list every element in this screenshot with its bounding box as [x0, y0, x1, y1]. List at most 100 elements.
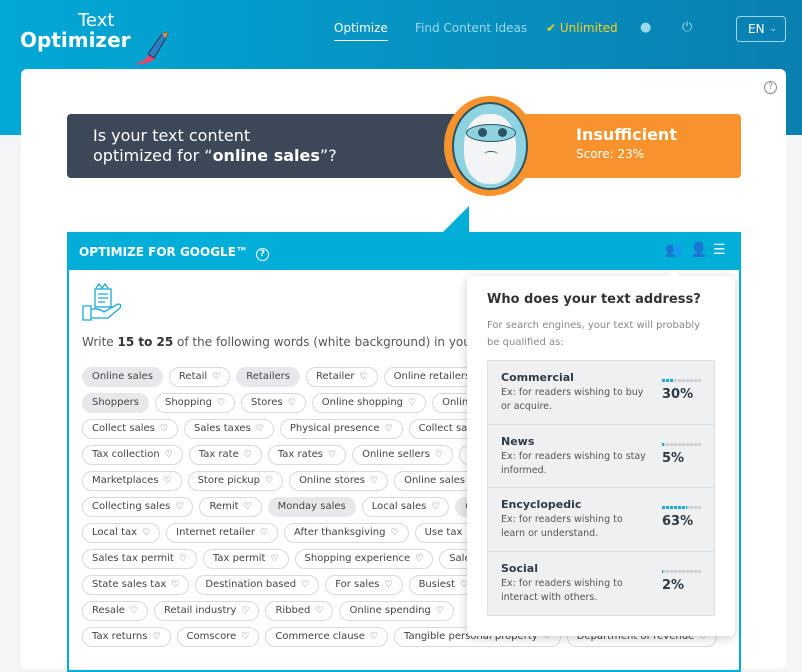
keyword-chip[interactable]: Commerce clause ♡	[265, 627, 388, 647]
chevron-down-icon: ⌄	[769, 24, 777, 34]
heart-icon[interactable]: ♡	[241, 606, 249, 616]
audience-icon[interactable]: 👥	[665, 242, 682, 258]
keyword-chip[interactable]: Sales tax permit ♡	[82, 549, 197, 569]
heart-icon[interactable]: ♡	[301, 580, 309, 590]
keyword-chip[interactable]: Collecting sales ♡	[82, 497, 194, 517]
heart-icon[interactable]: ♡	[212, 372, 220, 382]
pencil-rocket-icon	[134, 31, 169, 65]
heart-icon[interactable]: ♡	[315, 606, 323, 616]
user-question-icon[interactable]: 👤	[690, 242, 707, 258]
heart-icon[interactable]: ♡	[152, 632, 160, 642]
heart-icon[interactable]: ♡	[415, 554, 423, 564]
heart-icon[interactable]: ♡	[179, 554, 187, 564]
audience-categories: Commercial Ex: for readers wishing to buy…	[487, 360, 715, 616]
keyword-chip[interactable]: Monday sales	[267, 497, 356, 517]
heart-icon[interactable]: ♡	[241, 632, 249, 642]
heart-icon[interactable]: ♡	[435, 450, 443, 460]
instructions: Write 15 to 25 of the following words (w…	[82, 335, 485, 349]
keyword-chip[interactable]: Online shopping ♡	[311, 393, 427, 413]
keyword-chip[interactable]: Retail ♡	[168, 367, 231, 387]
heart-icon[interactable]: ♡	[384, 424, 392, 434]
heart-icon[interactable]: ♡	[260, 528, 268, 538]
keyword-chip[interactable]: Remit ♡	[199, 497, 262, 517]
keyword-chip[interactable]: Sales taxes ♡	[183, 419, 274, 439]
heart-icon[interactable]: ♡	[408, 398, 416, 408]
audience-category: Social Ex: for readers wishing to interac…	[488, 552, 714, 616]
audience-category: Encyclopedic Ex: for readers wishing to l…	[488, 488, 714, 552]
keyword-chip[interactable]: Resale ♡	[82, 601, 148, 621]
heart-icon[interactable]: ♡	[244, 450, 252, 460]
nav-find-content-ideas[interactable]: Find Content Ideas	[415, 21, 527, 35]
heart-icon[interactable]: ♡	[160, 424, 168, 434]
score-value: Score: 23%	[576, 147, 645, 161]
keyword-chip[interactable]: Online sellers ♡	[352, 445, 453, 465]
user-icon[interactable]: ●	[640, 20, 651, 35]
heart-icon[interactable]: ♡	[130, 606, 138, 616]
keyword-chip[interactable]: Stores ♡	[241, 393, 306, 413]
robot-avatar-icon	[444, 96, 536, 196]
layers-icon[interactable]: ☰	[713, 242, 726, 258]
heart-icon[interactable]: ♡	[142, 528, 150, 538]
document-hand-icon	[82, 282, 122, 321]
question-box: Is your text content optimized for “onli…	[67, 114, 487, 178]
heart-icon[interactable]: ♡	[217, 398, 225, 408]
audience-popup: Who does your text address? For search e…	[467, 270, 735, 636]
help-icon[interactable]: ?	[255, 248, 269, 261]
heart-icon[interactable]: ♡	[431, 502, 439, 512]
help-icon[interactable]: ?	[764, 81, 777, 94]
heart-icon[interactable]: ♡	[436, 606, 444, 616]
heart-icon[interactable]: ♡	[164, 476, 172, 486]
percentage-bar	[662, 379, 701, 382]
keyword-chip[interactable]: Tax permit ♡	[202, 549, 289, 569]
percentage-bar	[662, 569, 701, 573]
keyword-chip[interactable]: Online spending ♡	[339, 601, 454, 621]
keyword-chip[interactable]: Collect sales ♡	[82, 419, 178, 439]
keyword-chip[interactable]: Retailer ♡	[306, 367, 378, 387]
heart-icon[interactable]: ♡	[256, 424, 264, 434]
keyword-chip[interactable]: Shopping ♡	[154, 393, 236, 413]
keyword-chip[interactable]: Ribbed ♡	[265, 601, 334, 621]
keyword-chip[interactable]: Store pickup ♡	[187, 471, 284, 491]
keyword-chip[interactable]: Shoppers	[82, 393, 149, 413]
keyword-chip[interactable]: Shopping experience ♡	[294, 549, 434, 569]
keyword-chip[interactable]: Internet retailer ♡	[166, 523, 279, 543]
heart-icon[interactable]: ♡	[288, 398, 296, 408]
keyword-chip[interactable]: Marketplaces ♡	[82, 471, 182, 491]
keyword-chip[interactable]: After thanksgiving ♡	[284, 523, 409, 543]
audience-category: News Ex: for readers wishing to stay info…	[488, 425, 714, 488]
heart-icon[interactable]: ♡	[171, 580, 179, 590]
heart-icon[interactable]: ♡	[270, 554, 278, 564]
percentage-bar	[662, 506, 701, 509]
heart-icon[interactable]: ♡	[244, 502, 252, 512]
language-select[interactable]: EN ⌄	[736, 16, 786, 42]
keyword-chip[interactable]: Tax returns ♡	[82, 627, 171, 647]
keyword-chip[interactable]: For sales ♡	[325, 575, 403, 595]
heart-icon[interactable]: ♡	[328, 450, 336, 460]
keyword-chip[interactable]: Tax collection ♡	[82, 445, 183, 465]
score-status: Insufficient	[576, 125, 677, 144]
keyword-chip[interactable]: Destination based ♡	[195, 575, 320, 595]
heart-icon[interactable]: ♡	[175, 502, 183, 512]
nav-unlimited[interactable]: ✔ Unlimited	[546, 21, 618, 35]
keyword-chip[interactable]: Online stores ♡	[289, 471, 389, 491]
nav-optimize[interactable]: Optimize	[334, 21, 388, 41]
keyword-chip[interactable]: Retailers	[236, 367, 300, 387]
keyword-chip[interactable]: Tax rate ♡	[188, 445, 262, 465]
keyword-chip[interactable]: Tax rates ♡	[267, 445, 347, 465]
heart-icon[interactable]: ♡	[370, 632, 378, 642]
heart-icon[interactable]: ♡	[360, 372, 368, 382]
heart-icon[interactable]: ♡	[390, 528, 398, 538]
keyword-chip[interactable]: Retail industry ♡	[154, 601, 260, 621]
keyword-chip[interactable]: Local tax ♡	[82, 523, 161, 543]
keyword-chip[interactable]: Physical presence ♡	[279, 419, 403, 439]
keyword-chip[interactable]: State sales tax ♡	[82, 575, 190, 595]
heart-icon[interactable]: ♡	[384, 580, 392, 590]
keyword-chip[interactable]: Comscore ♡	[176, 627, 260, 647]
keyword-chip[interactable]: Online sales	[82, 367, 163, 387]
heart-icon[interactable]: ♡	[265, 476, 273, 486]
power-icon[interactable]: ⏻	[682, 20, 692, 35]
heart-icon[interactable]: ♡	[370, 476, 378, 486]
percentage-bar	[662, 442, 701, 446]
heart-icon[interactable]: ♡	[165, 450, 173, 460]
keyword-chip[interactable]: Local sales ♡	[361, 497, 450, 517]
